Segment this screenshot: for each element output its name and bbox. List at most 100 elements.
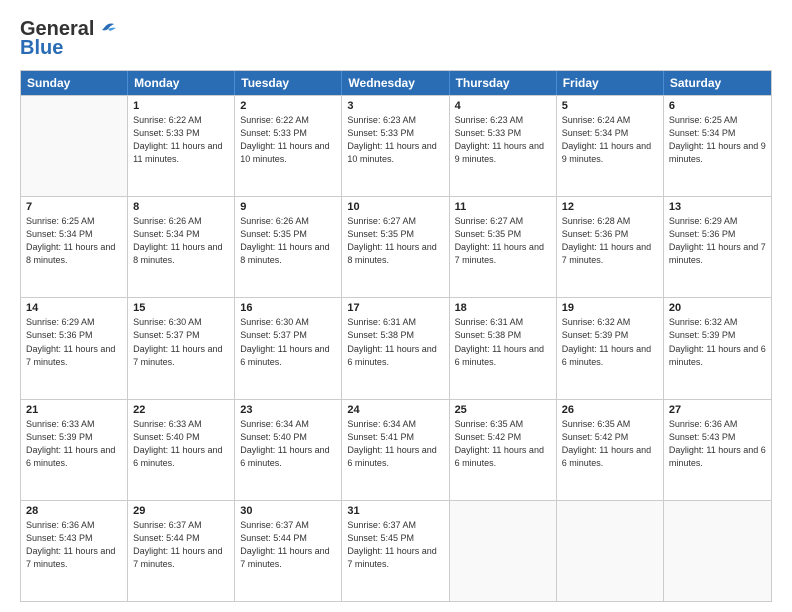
cell-day-number: 27 bbox=[669, 404, 766, 416]
logo-blue-text: Blue bbox=[20, 37, 63, 60]
calendar-header: SundayMondayTuesdayWednesdayThursdayFrid… bbox=[21, 71, 771, 95]
logo: General Blue bbox=[20, 18, 118, 60]
calendar-cell: 14 Sunrise: 6:29 AMSunset: 5:36 PMDayligh… bbox=[21, 298, 128, 398]
header-day-tuesday: Tuesday bbox=[235, 71, 342, 95]
calendar-cell: 16Sunrise: 6:30 AMSunset: 5:37 PMDayligh… bbox=[235, 298, 342, 398]
calendar-cell: 13Sunrise: 6:29 AMSunset: 5:36 PMDayligh… bbox=[664, 197, 771, 297]
calendar-cell: 27Sunrise: 6:36 AMSunset: 5:43 PMDayligh… bbox=[664, 400, 771, 500]
cell-day-number: 18 bbox=[455, 302, 551, 314]
header-day-friday: Friday bbox=[557, 71, 664, 95]
cell-info: Sunrise: 6:26 AMSunset: 5:34 PMDaylight:… bbox=[133, 215, 229, 267]
cell-info: Sunrise: 6:35 AMSunset: 5:42 PMDaylight:… bbox=[455, 418, 551, 470]
calendar: SundayMondayTuesdayWednesdayThursdayFrid… bbox=[20, 70, 772, 602]
cell-info: Sunrise: 6:27 AMSunset: 5:35 PMDaylight:… bbox=[347, 215, 443, 267]
cell-day-number: 30 bbox=[240, 505, 336, 517]
calendar-cell: 2Sunrise: 6:22 AMSunset: 5:33 PMDaylight… bbox=[235, 96, 342, 196]
cell-day-number: 25 bbox=[455, 404, 551, 416]
header-day-saturday: Saturday bbox=[664, 71, 771, 95]
cell-info: Sunrise: 6:24 AMSunset: 5:34 PMDaylight:… bbox=[562, 114, 658, 166]
cell-info: Sunrise: 6:32 AMSunset: 5:39 PMDaylight:… bbox=[562, 316, 658, 368]
calendar-body: 1 Sunrise: 6:22 AMSunset: 5:33 PMDaylight… bbox=[21, 95, 771, 601]
calendar-cell: 31 Sunrise: 6:37 AMSunset: 5:45 PMDayligh… bbox=[342, 501, 449, 601]
cell-day-number: 24 bbox=[347, 404, 443, 416]
cell-info: Sunrise: 6:36 AMSunset: 5:43 PMDaylight:… bbox=[26, 519, 122, 571]
cell-info: Sunrise: 6:25 AMSunset: 5:34 PMDaylight:… bbox=[26, 215, 122, 267]
cell-day-number: 6 bbox=[669, 100, 766, 112]
cell-day-number: 9 bbox=[240, 201, 336, 213]
calendar-cell: 21 Sunrise: 6:33 AMSunset: 5:39 PMDayligh… bbox=[21, 400, 128, 500]
calendar-cell: 1 Sunrise: 6:22 AMSunset: 5:33 PMDaylight… bbox=[128, 96, 235, 196]
calendar-cell bbox=[21, 96, 128, 196]
calendar-cell: 28 Sunrise: 6:36 AMSunset: 5:43 PMDayligh… bbox=[21, 501, 128, 601]
cell-day-number: 15 bbox=[133, 302, 229, 314]
cell-day-number: 29 bbox=[133, 505, 229, 517]
calendar-cell: 3Sunrise: 6:23 AMSunset: 5:33 PMDaylight… bbox=[342, 96, 449, 196]
cell-day-number: 1 bbox=[133, 100, 229, 112]
calendar-cell: 18 Sunrise: 6:31 AMSunset: 5:38 PMDayligh… bbox=[450, 298, 557, 398]
cell-day-number: 20 bbox=[669, 302, 766, 314]
cell-day-number: 31 bbox=[347, 505, 443, 517]
cell-info: Sunrise: 6:26 AMSunset: 5:35 PMDaylight:… bbox=[240, 215, 336, 267]
cell-info: Sunrise: 6:33 AMSunset: 5:39 PMDaylight:… bbox=[26, 418, 122, 470]
cell-info: Sunrise: 6:35 AMSunset: 5:42 PMDaylight:… bbox=[562, 418, 658, 470]
cell-day-number: 23 bbox=[240, 404, 336, 416]
cell-info: Sunrise: 6:29 AMSunset: 5:36 PMDaylight:… bbox=[669, 215, 766, 267]
cell-info: Sunrise: 6:25 AMSunset: 5:34 PMDaylight:… bbox=[669, 114, 766, 166]
calendar-cell: 19 Sunrise: 6:32 AMSunset: 5:39 PMDayligh… bbox=[557, 298, 664, 398]
cell-day-number: 28 bbox=[26, 505, 122, 517]
cell-day-number: 8 bbox=[133, 201, 229, 213]
cell-day-number: 11 bbox=[455, 201, 551, 213]
cell-info: Sunrise: 6:31 AMSunset: 5:38 PMDaylight:… bbox=[347, 316, 443, 368]
cell-info: Sunrise: 6:37 AMSunset: 5:44 PMDaylight:… bbox=[240, 519, 336, 571]
cell-info: Sunrise: 6:32 AMSunset: 5:39 PMDaylight:… bbox=[669, 316, 766, 368]
cell-day-number: 14 bbox=[26, 302, 122, 314]
cell-info: Sunrise: 6:37 AMSunset: 5:45 PMDaylight:… bbox=[347, 519, 443, 571]
cell-day-number: 10 bbox=[347, 201, 443, 213]
calendar-cell: 22Sunrise: 6:33 AMSunset: 5:40 PMDayligh… bbox=[128, 400, 235, 500]
cell-info: Sunrise: 6:23 AMSunset: 5:33 PMDaylight:… bbox=[455, 114, 551, 166]
cell-info: Sunrise: 6:34 AMSunset: 5:41 PMDaylight:… bbox=[347, 418, 443, 470]
cell-day-number: 17 bbox=[347, 302, 443, 314]
calendar-cell: 26 Sunrise: 6:35 AMSunset: 5:42 PMDayligh… bbox=[557, 400, 664, 500]
calendar-cell: 12 Sunrise: 6:28 AMSunset: 5:36 PMDayligh… bbox=[557, 197, 664, 297]
logo-bird-icon bbox=[96, 20, 118, 36]
calendar-cell: 30 Sunrise: 6:37 AMSunset: 5:44 PMDayligh… bbox=[235, 501, 342, 601]
cell-info: Sunrise: 6:33 AMSunset: 5:40 PMDaylight:… bbox=[133, 418, 229, 470]
calendar-week-2: 7Sunrise: 6:25 AMSunset: 5:34 PMDaylight… bbox=[21, 196, 771, 297]
cell-info: Sunrise: 6:30 AMSunset: 5:37 PMDaylight:… bbox=[133, 316, 229, 368]
cell-day-number: 12 bbox=[562, 201, 658, 213]
cell-day-number: 4 bbox=[455, 100, 551, 112]
header-day-wednesday: Wednesday bbox=[342, 71, 449, 95]
cell-day-number: 5 bbox=[562, 100, 658, 112]
cell-day-number: 21 bbox=[26, 404, 122, 416]
calendar-cell: 6 Sunrise: 6:25 AMSunset: 5:34 PMDaylight… bbox=[664, 96, 771, 196]
calendar-cell: 11 Sunrise: 6:27 AMSunset: 5:35 PMDayligh… bbox=[450, 197, 557, 297]
cell-info: Sunrise: 6:22 AMSunset: 5:33 PMDaylight:… bbox=[133, 114, 229, 166]
cell-day-number: 19 bbox=[562, 302, 658, 314]
calendar-cell: 4 Sunrise: 6:23 AMSunset: 5:33 PMDaylight… bbox=[450, 96, 557, 196]
cell-day-number: 26 bbox=[562, 404, 658, 416]
calendar-week-4: 21 Sunrise: 6:33 AMSunset: 5:39 PMDayligh… bbox=[21, 399, 771, 500]
cell-info: Sunrise: 6:37 AMSunset: 5:44 PMDaylight:… bbox=[133, 519, 229, 571]
cell-info: Sunrise: 6:22 AMSunset: 5:33 PMDaylight:… bbox=[240, 114, 336, 166]
header-day-monday: Monday bbox=[128, 71, 235, 95]
calendar-cell: 17 Sunrise: 6:31 AMSunset: 5:38 PMDayligh… bbox=[342, 298, 449, 398]
calendar-cell: 23Sunrise: 6:34 AMSunset: 5:40 PMDayligh… bbox=[235, 400, 342, 500]
cell-info: Sunrise: 6:29 AMSunset: 5:36 PMDaylight:… bbox=[26, 316, 122, 368]
calendar-cell: 29 Sunrise: 6:37 AMSunset: 5:44 PMDayligh… bbox=[128, 501, 235, 601]
cell-info: Sunrise: 6:27 AMSunset: 5:35 PMDaylight:… bbox=[455, 215, 551, 267]
page: General Blue SundayMondayTuesdayWednesda… bbox=[0, 0, 792, 612]
calendar-week-1: 1 Sunrise: 6:22 AMSunset: 5:33 PMDaylight… bbox=[21, 95, 771, 196]
calendar-cell: 15 Sunrise: 6:30 AMSunset: 5:37 PMDayligh… bbox=[128, 298, 235, 398]
calendar-cell bbox=[557, 501, 664, 601]
calendar-cell: 8 Sunrise: 6:26 AMSunset: 5:34 PMDaylight… bbox=[128, 197, 235, 297]
header: General Blue bbox=[20, 18, 772, 60]
calendar-cell: 7Sunrise: 6:25 AMSunset: 5:34 PMDaylight… bbox=[21, 197, 128, 297]
calendar-cell bbox=[450, 501, 557, 601]
cell-info: Sunrise: 6:31 AMSunset: 5:38 PMDaylight:… bbox=[455, 316, 551, 368]
cell-day-number: 16 bbox=[240, 302, 336, 314]
header-day-thursday: Thursday bbox=[450, 71, 557, 95]
header-day-sunday: Sunday bbox=[21, 71, 128, 95]
cell-info: Sunrise: 6:28 AMSunset: 5:36 PMDaylight:… bbox=[562, 215, 658, 267]
cell-info: Sunrise: 6:23 AMSunset: 5:33 PMDaylight:… bbox=[347, 114, 443, 166]
